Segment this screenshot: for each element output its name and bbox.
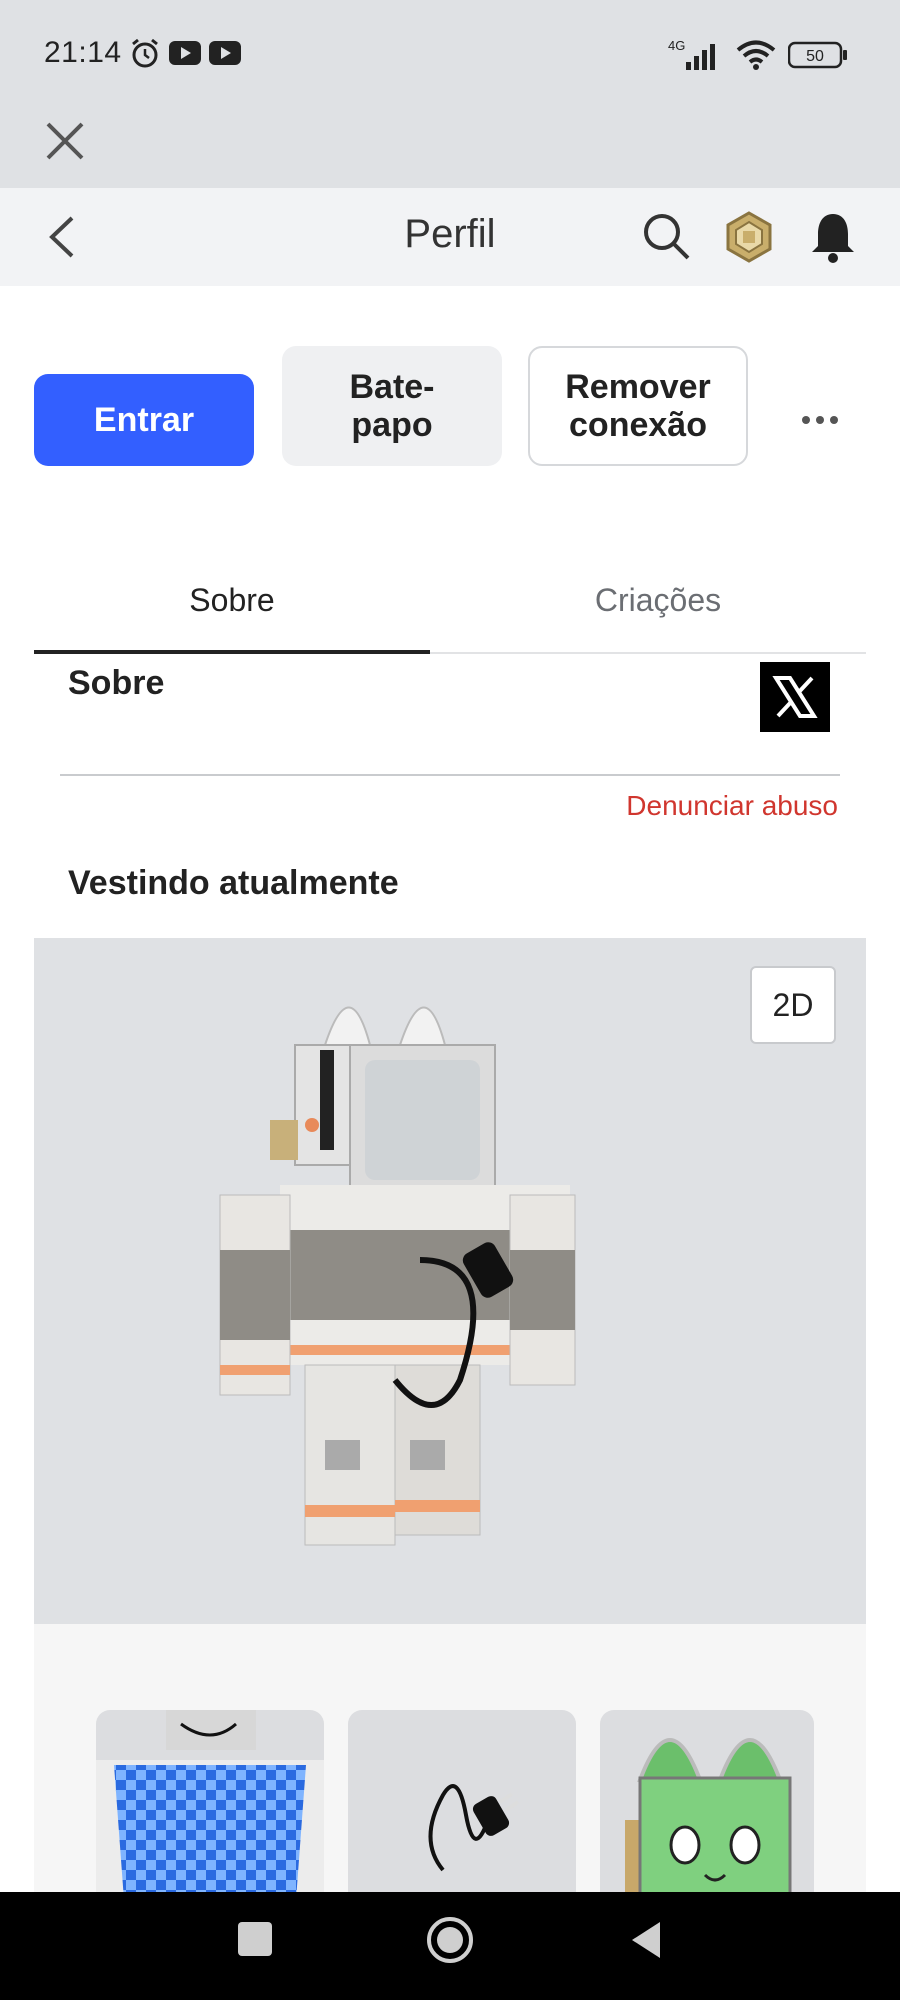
tab-about[interactable]: Sobre [34,548,430,652]
network-type: 4G [668,38,685,53]
about-divider [60,774,840,776]
status-bar: 21:14 4G 50 [0,0,900,110]
x-logo-icon[interactable] [760,662,830,732]
join-button[interactable]: Entrar [34,374,254,466]
avatar-3d-render [219,1006,576,1546]
bell-icon[interactable] [808,210,858,264]
tab-creations[interactable]: Criações [450,548,866,652]
youtube-icon [209,41,241,65]
chat-label-line2: papo [351,406,433,444]
search-icon[interactable] [640,210,692,262]
chat-button[interactable]: Bate- papo [282,346,502,466]
recent-apps-icon[interactable] [238,1922,272,1956]
robux-icon[interactable] [722,210,776,264]
remove-label-line2: conexão [569,406,707,444]
profile-tabs: Sobre Criações [34,548,866,654]
more-options-icon[interactable] [798,400,842,440]
youtube-icon [169,41,201,65]
battery-level: 50 [806,48,824,65]
nav-back-icon[interactable] [626,1918,666,1962]
webview-close-bar [0,110,900,188]
close-icon[interactable] [40,116,90,166]
system-nav-bar [0,1892,900,2000]
signal-icon: 4G [668,38,715,70]
wifi-icon [736,40,776,70]
checkered-shirt-icon [96,1710,324,1900]
chat-label-line1: Bate- [349,368,435,406]
wearing-title: Vestindo atualmente [68,864,399,902]
report-abuse-link[interactable]: Denunciar abuso [626,790,838,822]
remove-connection-button[interactable]: Remover conexão [528,346,748,466]
alarm-icon [132,38,158,68]
battery-icon: 50 [788,41,847,69]
item-card[interactable] [96,1710,324,1900]
remove-label-line1: Remover [565,368,711,406]
app-header: Perfil [0,188,900,286]
active-tab-indicator [34,650,430,654]
status-time: 21:14 [44,36,122,69]
green-cat-head-icon [625,1738,792,1900]
plug-cable-icon [428,1784,520,1872]
toggle-2d-button[interactable]: 2D [750,966,836,1044]
status-icons-right: 4G 50 [668,38,848,72]
status-icons-left [128,36,242,70]
about-title: Sobre [68,664,165,702]
item-card[interactable] [348,1710,576,1900]
item-card[interactable] [600,1710,814,1900]
home-icon[interactable] [424,1914,476,1966]
